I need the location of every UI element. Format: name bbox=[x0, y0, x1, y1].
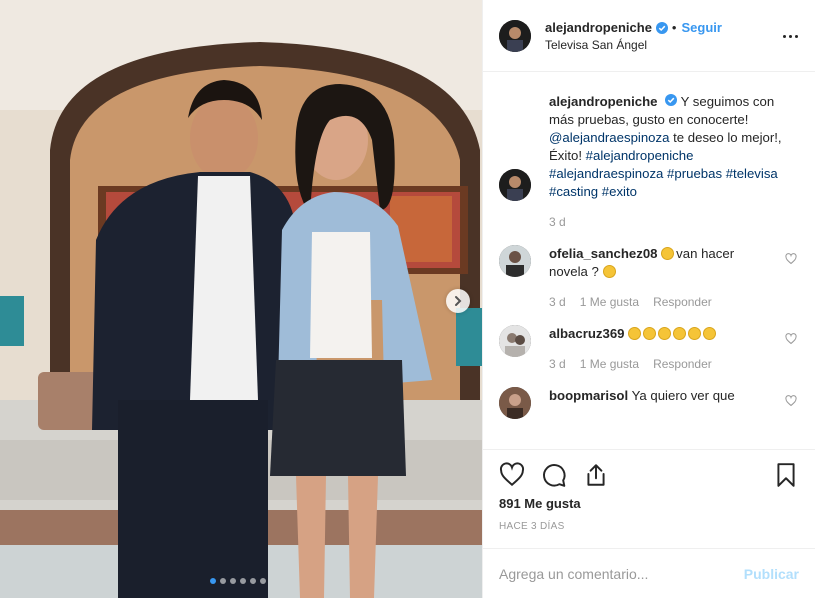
smiley-emoji bbox=[602, 265, 616, 278]
carousel-dot bbox=[250, 578, 256, 584]
commenter-avatar[interactable] bbox=[499, 387, 531, 419]
post-actions: 891 Me gusta HACE 3 DÍAS bbox=[483, 449, 815, 532]
caption-mention[interactable]: @alejandraespinoza bbox=[549, 130, 669, 145]
comment-item: albacruz369 3 d 1 Me gusta Responder bbox=[499, 325, 799, 373]
comment-body: ofelia_sanchez08 van hacer novela ? 3 d … bbox=[549, 245, 771, 311]
chevron-right-icon bbox=[455, 296, 462, 306]
post-header: alejandropeniche • Seguir Televisa San Á… bbox=[483, 0, 815, 72]
caption-hashtags[interactable]: #alejandropeniche #alejandraespinoza #pr… bbox=[549, 148, 778, 199]
author-username[interactable]: alejandropeniche bbox=[545, 20, 652, 36]
waving-hand-emoji bbox=[661, 247, 675, 260]
carousel-indicator bbox=[210, 578, 266, 584]
avatar-image bbox=[499, 325, 531, 357]
reply-button[interactable]: Responder bbox=[653, 355, 712, 373]
separator-dot: • bbox=[671, 19, 677, 35]
comment-likes[interactable]: 1 Me gusta bbox=[580, 293, 639, 311]
kiss-emoji bbox=[673, 327, 687, 340]
carousel-dot bbox=[230, 578, 236, 584]
comment-item: boopmarisol Ya quiero ver que bbox=[499, 387, 799, 419]
avatar-image bbox=[499, 169, 531, 201]
comment-meta: 3 d 1 Me gusta Responder bbox=[549, 355, 771, 373]
reply-button[interactable]: Responder bbox=[653, 293, 712, 311]
carousel-dot bbox=[240, 578, 246, 584]
commenter-avatar[interactable] bbox=[499, 245, 531, 277]
share-icon[interactable] bbox=[583, 462, 609, 488]
caption-meta: 3 d bbox=[549, 213, 789, 231]
verified-badge-icon bbox=[655, 21, 668, 34]
comment-age[interactable]: 3 d bbox=[549, 355, 566, 373]
avatar-image bbox=[499, 19, 531, 52]
commenter-avatar[interactable] bbox=[499, 325, 531, 357]
post-photo[interactable] bbox=[0, 0, 482, 598]
carousel-dot bbox=[220, 578, 226, 584]
avatar-image bbox=[499, 387, 531, 419]
author-avatar[interactable] bbox=[499, 19, 531, 52]
smiley-emoji bbox=[628, 327, 642, 340]
avatar-image bbox=[499, 245, 531, 277]
caption-body: alejandropeniche Y seguimos con más prue… bbox=[549, 93, 789, 231]
comment-meta: 3 d 1 Me gusta Responder bbox=[549, 293, 771, 311]
post-caption: alejandropeniche Y seguimos con más prue… bbox=[499, 93, 799, 231]
heart-icon[interactable] bbox=[785, 395, 797, 407]
follow-button[interactable]: Seguir bbox=[681, 20, 721, 36]
comment-age[interactable]: 3 d bbox=[549, 293, 566, 311]
verified-badge-icon bbox=[665, 94, 678, 106]
comment-composer: Publicar bbox=[483, 548, 815, 598]
caption-age[interactable]: 3 d bbox=[549, 213, 566, 231]
heart-icon[interactable] bbox=[785, 333, 797, 345]
post-header-text: alejandropeniche • Seguir Televisa San Á… bbox=[545, 20, 722, 52]
likes-count[interactable]: 891 Me gusta bbox=[499, 496, 799, 511]
smiley-emoji bbox=[643, 327, 657, 340]
carousel-dot bbox=[210, 578, 216, 584]
kiss-emoji bbox=[703, 327, 717, 340]
comment-text: Ya quiero ver que bbox=[631, 388, 735, 403]
caption-username[interactable]: alejandropeniche bbox=[549, 94, 657, 109]
comment-item: ofelia_sanchez08 van hacer novela ? 3 d … bbox=[499, 245, 799, 311]
next-photo-button[interactable] bbox=[446, 289, 470, 313]
more-options-icon[interactable] bbox=[783, 28, 801, 44]
publish-button[interactable]: Publicar bbox=[744, 566, 799, 582]
heart-icon[interactable] bbox=[785, 253, 797, 265]
comments-list[interactable]: alejandropeniche Y seguimos con más prue… bbox=[483, 73, 815, 449]
action-icons bbox=[499, 450, 799, 500]
post-detail-panel: alejandropeniche • Seguir Televisa San Á… bbox=[482, 0, 815, 598]
photo-illustration bbox=[0, 0, 482, 598]
comment-body: boopmarisol Ya quiero ver que bbox=[549, 387, 771, 419]
kiss-emoji bbox=[688, 327, 702, 340]
post-timestamp[interactable]: HACE 3 DÍAS bbox=[499, 521, 799, 532]
heart-icon[interactable] bbox=[499, 462, 525, 488]
comment-input[interactable] bbox=[499, 565, 744, 582]
comment-body: albacruz369 3 d 1 Me gusta Responder bbox=[549, 325, 771, 373]
carousel-dot bbox=[260, 578, 266, 584]
comment-icon[interactable] bbox=[541, 462, 567, 488]
commenter-username[interactable]: ofelia_sanchez08 bbox=[549, 246, 658, 261]
bookmark-icon[interactable] bbox=[773, 462, 799, 488]
comment-likes[interactable]: 1 Me gusta bbox=[580, 355, 639, 373]
smiley-emoji bbox=[658, 327, 672, 340]
commenter-username[interactable]: boopmarisol bbox=[549, 388, 628, 403]
commenter-username[interactable]: albacruz369 bbox=[549, 326, 625, 341]
caption-avatar[interactable] bbox=[499, 169, 531, 201]
location-link[interactable]: Televisa San Ángel bbox=[545, 38, 722, 52]
